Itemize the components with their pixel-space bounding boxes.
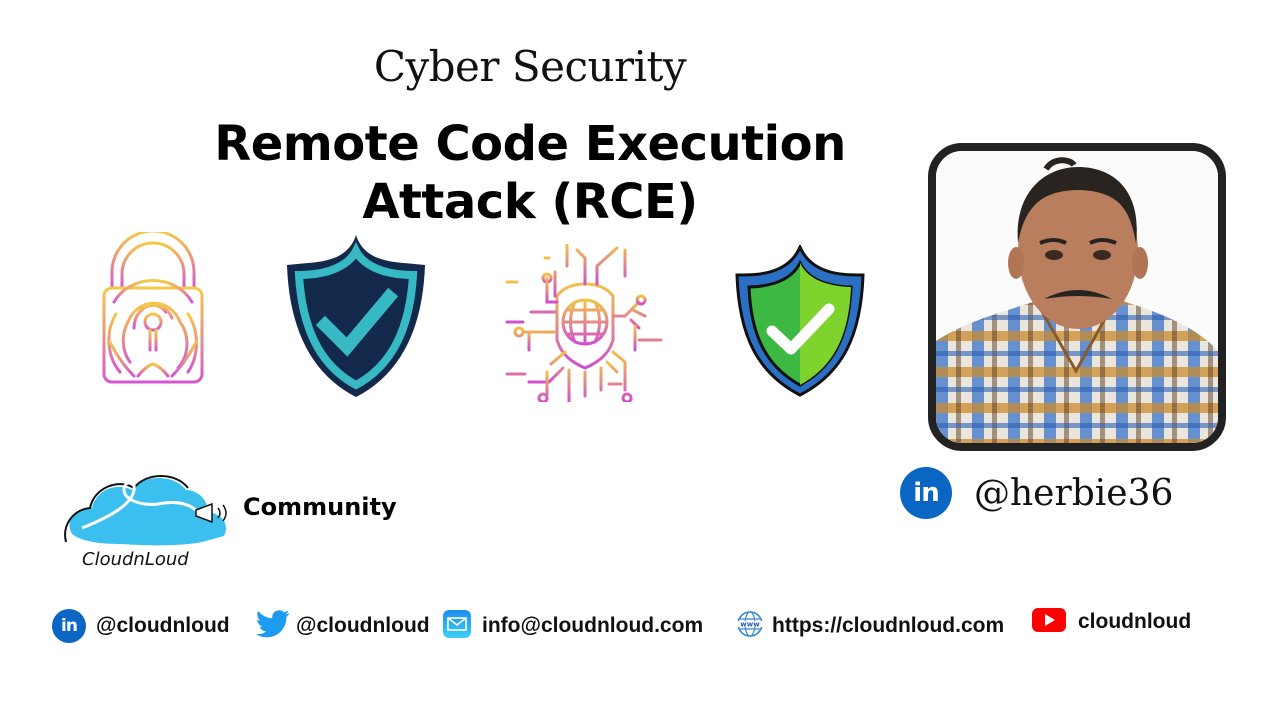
subtitle: Cyber Security <box>373 42 687 91</box>
linkedin-icon: in <box>900 467 952 519</box>
footer-email-link[interactable]: info@cloudnloud.com <box>442 608 703 644</box>
footer-twitter-text: @cloudnloud <box>296 614 430 637</box>
mail-icon <box>442 609 472 644</box>
footer-website-link[interactable]: www https://cloudnloud.com <box>736 608 1004 644</box>
footer-twitter-link[interactable]: @cloudnloud <box>256 608 430 644</box>
fingerprint-lock-icon <box>100 232 206 386</box>
title-line-1: Remote Code Execution <box>214 116 846 172</box>
title-line-2: Attack (RCE) <box>362 174 698 230</box>
footer-contacts: in @cloudnloud @cloudnloud info@cloudnlo… <box>52 607 1232 644</box>
author-linkedin[interactable]: in @herbie36 <box>900 465 1173 521</box>
brand-name: CloudnLoud <box>82 549 189 570</box>
shield-check-green-icon <box>735 245 865 397</box>
linkedin-icon: in <box>52 609 86 643</box>
footer-website-text: https://cloudnloud.com <box>772 614 1005 637</box>
footer-linkedin-link[interactable]: in @cloudnloud <box>52 608 230 644</box>
author-photo <box>928 143 1226 451</box>
footer-youtube-link[interactable]: cloudnloud <box>1032 604 1191 640</box>
cyber-globe-shield-icon <box>505 244 665 402</box>
footer-linkedin-text: @cloudnloud <box>96 614 230 637</box>
twitter-icon <box>256 609 290 644</box>
footer-email-text: info@cloudnloud.com <box>482 614 704 637</box>
youtube-icon <box>1032 607 1066 637</box>
brand-tagline: Community <box>243 493 397 521</box>
page-title: Remote Code Execution Attack (RCE) <box>190 115 870 231</box>
globe-www-icon: www <box>736 610 764 643</box>
svg-text:www: www <box>740 620 760 628</box>
author-handle: @herbie36 <box>974 472 1174 514</box>
footer-youtube-text: cloudnloud <box>1078 610 1192 633</box>
shield-check-dark-icon <box>285 233 427 399</box>
